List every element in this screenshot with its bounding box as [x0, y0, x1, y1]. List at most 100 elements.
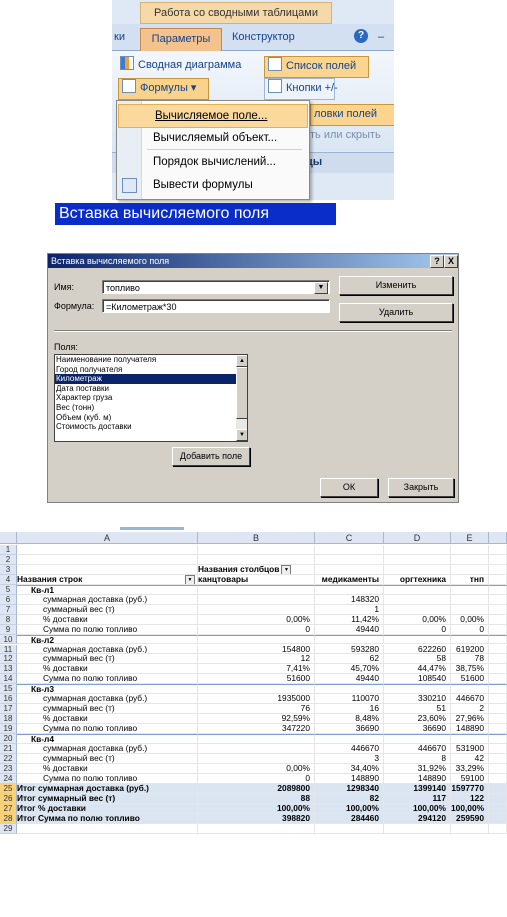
cell-c-23[interactable]: 34,40%: [315, 763, 384, 774]
cell-e-10[interactable]: [451, 634, 489, 645]
cell-a-24[interactable]: Сумма по полю топливо: [17, 773, 198, 784]
cell-a-27[interactable]: Итог % доставки: [17, 803, 198, 814]
row-number[interactable]: 10: [0, 634, 17, 645]
cell-a-8[interactable]: % доставки: [17, 614, 198, 625]
cell-e-25[interactable]: 1597770: [451, 783, 489, 794]
cell-a-11[interactable]: суммарная доставка (руб.): [17, 644, 198, 655]
cell-b-9[interactable]: 0: [198, 624, 315, 635]
cell-a-17[interactable]: суммарный вес (т): [17, 704, 198, 715]
cell-c-25[interactable]: 1298340: [315, 783, 384, 794]
row-number[interactable]: 21: [0, 744, 17, 754]
cell-f-2[interactable]: [489, 554, 507, 565]
tab-constructor[interactable]: Конструктор: [232, 29, 295, 45]
cell-d-6[interactable]: [384, 594, 451, 605]
cell-b-12[interactable]: 12: [198, 654, 315, 665]
cell-d-24[interactable]: 148890: [384, 773, 451, 784]
row-number[interactable]: 17: [0, 704, 17, 715]
cell-f-24[interactable]: [489, 773, 507, 784]
cell-e-20[interactable]: [451, 734, 489, 744]
row-number[interactable]: 3: [0, 564, 17, 575]
cell-c-24[interactable]: 148890: [315, 773, 384, 784]
cell-b-13[interactable]: 7,41%: [198, 664, 315, 675]
row-number[interactable]: 24: [0, 773, 17, 784]
row-number[interactable]: 11: [0, 644, 17, 655]
list-item[interactable]: Вес (тонн): [55, 403, 236, 413]
row-number[interactable]: 13: [0, 664, 17, 675]
cell-a-13[interactable]: % доставки: [17, 664, 198, 675]
cell-f-7[interactable]: [489, 604, 507, 615]
cell-c-13[interactable]: 45,70%: [315, 664, 384, 675]
cell-b-18[interactable]: 92,59%: [198, 714, 315, 725]
cell-d-22[interactable]: 8: [384, 753, 451, 764]
cell-f-26[interactable]: [489, 793, 507, 804]
cell-c-4[interactable]: медикаменты: [315, 574, 384, 585]
cell-b-21[interactable]: [198, 744, 315, 754]
cell-f-10[interactable]: [489, 634, 507, 645]
cell-f-18[interactable]: [489, 714, 507, 725]
cell-c-12[interactable]: 62: [315, 654, 384, 665]
cell-f-9[interactable]: [489, 624, 507, 635]
cell-b-4[interactable]: канцтовары: [198, 574, 315, 585]
row-number[interactable]: 8: [0, 614, 17, 625]
cell-e-12[interactable]: 78: [451, 654, 489, 665]
list-item[interactable]: Объем (куб. м): [55, 413, 236, 423]
cell-b-29[interactable]: [198, 823, 315, 834]
cell-b-23[interactable]: 0,00%: [198, 763, 315, 774]
menu-item-calculated-field[interactable]: Вычисляемое поле...: [118, 104, 308, 128]
row-number[interactable]: 7: [0, 604, 17, 615]
cell-f-4[interactable]: [489, 574, 507, 585]
cell-b-15[interactable]: [198, 684, 315, 695]
row-number[interactable]: 2: [0, 554, 17, 565]
menu-item-solve-order[interactable]: Порядок вычислений...: [117, 151, 307, 173]
cell-e-1[interactable]: [451, 545, 489, 555]
cell-d-27[interactable]: 100,00%: [384, 803, 451, 814]
cell-f-6[interactable]: [489, 594, 507, 605]
cell-d-3[interactable]: [384, 564, 451, 575]
scroll-thumb[interactable]: [236, 367, 247, 419]
cell-a-26[interactable]: Итог суммарный вес (т): [17, 793, 198, 804]
cell-f-12[interactable]: [489, 654, 507, 665]
cell-a-28[interactable]: Итог Сумма по полю топливо: [17, 813, 198, 824]
cell-a-3[interactable]: [17, 564, 198, 575]
cell-b-11[interactable]: 154800: [198, 644, 315, 655]
cell-d-15[interactable]: [384, 684, 451, 695]
cell-f-20[interactable]: [489, 734, 507, 744]
cell-a-10[interactable]: Кв-л2: [17, 634, 198, 645]
cell-e-19[interactable]: 148890: [451, 724, 489, 735]
cell-e-7[interactable]: [451, 604, 489, 615]
cell-e-11[interactable]: 619200: [451, 644, 489, 655]
column-header-f[interactable]: [489, 532, 507, 544]
scroll-up-icon[interactable]: ▲: [236, 355, 247, 367]
cell-e-4[interactable]: тнп: [451, 574, 489, 585]
list-item[interactable]: Стоимость доставки: [55, 422, 236, 432]
cell-f-5[interactable]: [489, 584, 507, 595]
cell-b-27[interactable]: 100,00%: [198, 803, 315, 814]
cell-f-29[interactable]: [489, 823, 507, 834]
edit-button[interactable]: Изменить: [339, 276, 453, 295]
row-number[interactable]: 19: [0, 724, 17, 735]
chevron-down-icon[interactable]: ▼: [314, 282, 328, 294]
cell-c-8[interactable]: 11,42%: [315, 614, 384, 625]
cell-c-26[interactable]: 82: [315, 793, 384, 804]
cell-a-4[interactable]: Названия строк ▼: [17, 574, 198, 585]
column-header-c[interactable]: C: [315, 532, 384, 544]
cell-a-12[interactable]: суммарный вес (т): [17, 654, 198, 665]
row-number[interactable]: 16: [0, 694, 17, 705]
cell-f-13[interactable]: [489, 664, 507, 675]
cell-c-5[interactable]: [315, 584, 384, 595]
cell-a-5[interactable]: Кв-л1: [17, 584, 198, 595]
cell-d-7[interactable]: [384, 604, 451, 615]
cell-c-18[interactable]: 8,48%: [315, 714, 384, 725]
cell-f-3[interactable]: [489, 564, 507, 575]
cell-b-28[interactable]: 398820: [198, 813, 315, 824]
select-all-corner[interactable]: [0, 532, 17, 544]
list-item[interactable]: Характер груза: [55, 393, 236, 403]
cell-b-2[interactable]: [198, 554, 315, 565]
cell-d-13[interactable]: 44,47%: [384, 664, 451, 675]
row-number[interactable]: 4: [0, 574, 17, 585]
row-number[interactable]: 18: [0, 714, 17, 725]
list-item[interactable]: Наименование получателя: [55, 355, 236, 365]
cell-d-10[interactable]: [384, 634, 451, 645]
add-field-button[interactable]: Добавить поле: [172, 447, 250, 466]
dialog-help-button[interactable]: ?: [430, 255, 444, 268]
